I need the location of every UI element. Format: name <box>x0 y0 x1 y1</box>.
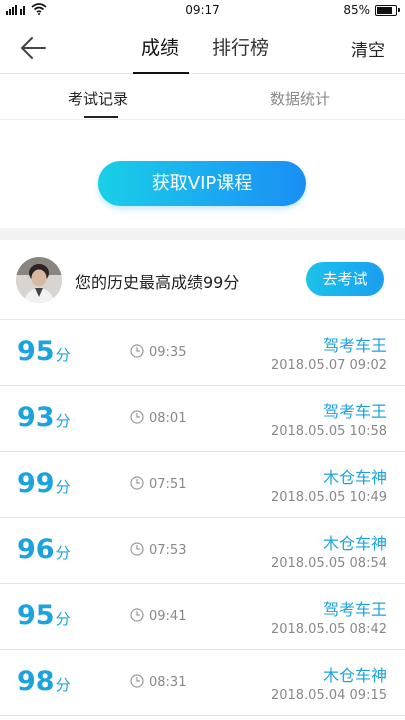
records-list: 95分 09:35 驾考车王 2018.05.07 09:02 93分 08:0… <box>0 320 405 716</box>
record-title: 驾考车王 <box>322 402 387 421</box>
record-duration: 09:35 <box>149 345 187 360</box>
record-date: 2018.05.05 08:54 <box>270 556 387 571</box>
score-value: 99 <box>17 468 55 499</box>
battery-percent: 85% <box>343 3 370 17</box>
record-title: 木仓车神 <box>322 666 387 685</box>
record-title: 驾考车王 <box>322 600 387 619</box>
avatar-image <box>16 257 62 303</box>
score-unit: 分 <box>55 544 71 562</box>
record-score: 99分 <box>17 468 71 499</box>
record-title: 驾考车王 <box>322 336 387 355</box>
subtab-statistics[interactable]: 数据统计 <box>270 88 330 109</box>
record-row[interactable]: 99分 07:51 木仓车神 2018.05.05 10:49 <box>0 452 405 518</box>
score-unit: 分 <box>55 610 71 628</box>
clock-icon <box>130 674 144 688</box>
record-row[interactable]: 96分 07:53 木仓车神 2018.05.05 08:54 <box>0 518 405 584</box>
score-value: 93 <box>17 402 55 433</box>
record-row[interactable]: 98分 08:31 木仓车神 2018.05.04 09:15 <box>0 650 405 716</box>
clock-icon <box>130 608 144 622</box>
score-unit: 分 <box>55 412 71 430</box>
arrow-left-icon <box>21 37 46 59</box>
record-row[interactable]: 95分 09:41 驾考车王 2018.05.05 08:42 <box>0 584 405 650</box>
clock-icon <box>130 344 144 358</box>
status-bar: 09:17 85% <box>0 0 405 22</box>
sub-tabs: 考试记录 数据统计 <box>0 74 405 120</box>
record-date: 2018.05.05 08:42 <box>270 622 387 637</box>
avatar[interactable] <box>16 257 62 303</box>
clock-icon <box>130 410 144 424</box>
subtab-indicator <box>84 116 118 118</box>
go-exam-button[interactable]: 去考试 <box>306 262 384 296</box>
section-divider <box>0 228 405 240</box>
score-value: 96 <box>17 534 55 565</box>
vip-section: 获取VIP课程 <box>0 120 405 228</box>
clock-icon <box>130 542 144 556</box>
record-date: 2018.05.05 10:49 <box>270 490 387 505</box>
record-date: 2018.05.05 10:58 <box>270 424 387 439</box>
back-button[interactable] <box>18 34 48 62</box>
nav-bar: 成绩 排行榜 清空 <box>0 22 405 74</box>
tab-score[interactable]: 成绩 <box>141 34 179 62</box>
clock-icon <box>130 476 144 490</box>
record-duration: 07:51 <box>149 477 187 492</box>
score-value: 95 <box>17 600 55 631</box>
score-value: 98 <box>17 666 55 697</box>
record-score: 96分 <box>17 534 71 565</box>
record-date: 2018.05.07 09:02 <box>270 358 387 373</box>
get-vip-course-button[interactable]: 获取VIP课程 <box>98 161 306 206</box>
record-score: 98分 <box>17 666 71 697</box>
record-score: 93分 <box>17 402 71 433</box>
record-duration: 08:31 <box>149 675 187 690</box>
best-score-text: 您的历史最高成绩99分 <box>75 273 240 292</box>
record-duration: 09:41 <box>149 609 187 624</box>
record-score: 95分 <box>17 336 71 367</box>
record-title: 木仓车神 <box>322 534 387 553</box>
clear-button[interactable]: 清空 <box>351 36 385 61</box>
battery-icon <box>375 4 400 16</box>
tab-ranking[interactable]: 排行榜 <box>212 34 269 62</box>
record-duration: 08:01 <box>149 411 187 426</box>
record-row[interactable]: 93分 08:01 驾考车王 2018.05.05 10:58 <box>0 386 405 452</box>
score-value: 95 <box>17 336 55 367</box>
score-unit: 分 <box>55 478 71 496</box>
battery-fill <box>377 6 392 14</box>
profile-row: 您的历史最高成绩99分 去考试 <box>0 240 405 320</box>
record-score: 95分 <box>17 600 71 631</box>
record-duration: 07:53 <box>149 543 187 558</box>
record-date: 2018.05.04 09:15 <box>270 688 387 703</box>
score-unit: 分 <box>55 676 71 694</box>
score-unit: 分 <box>55 346 71 364</box>
record-title: 木仓车神 <box>322 468 387 487</box>
subtab-exam-records[interactable]: 考试记录 <box>68 88 128 109</box>
status-right: 85% <box>343 3 400 17</box>
record-row[interactable]: 95分 09:35 驾考车王 2018.05.07 09:02 <box>0 320 405 386</box>
